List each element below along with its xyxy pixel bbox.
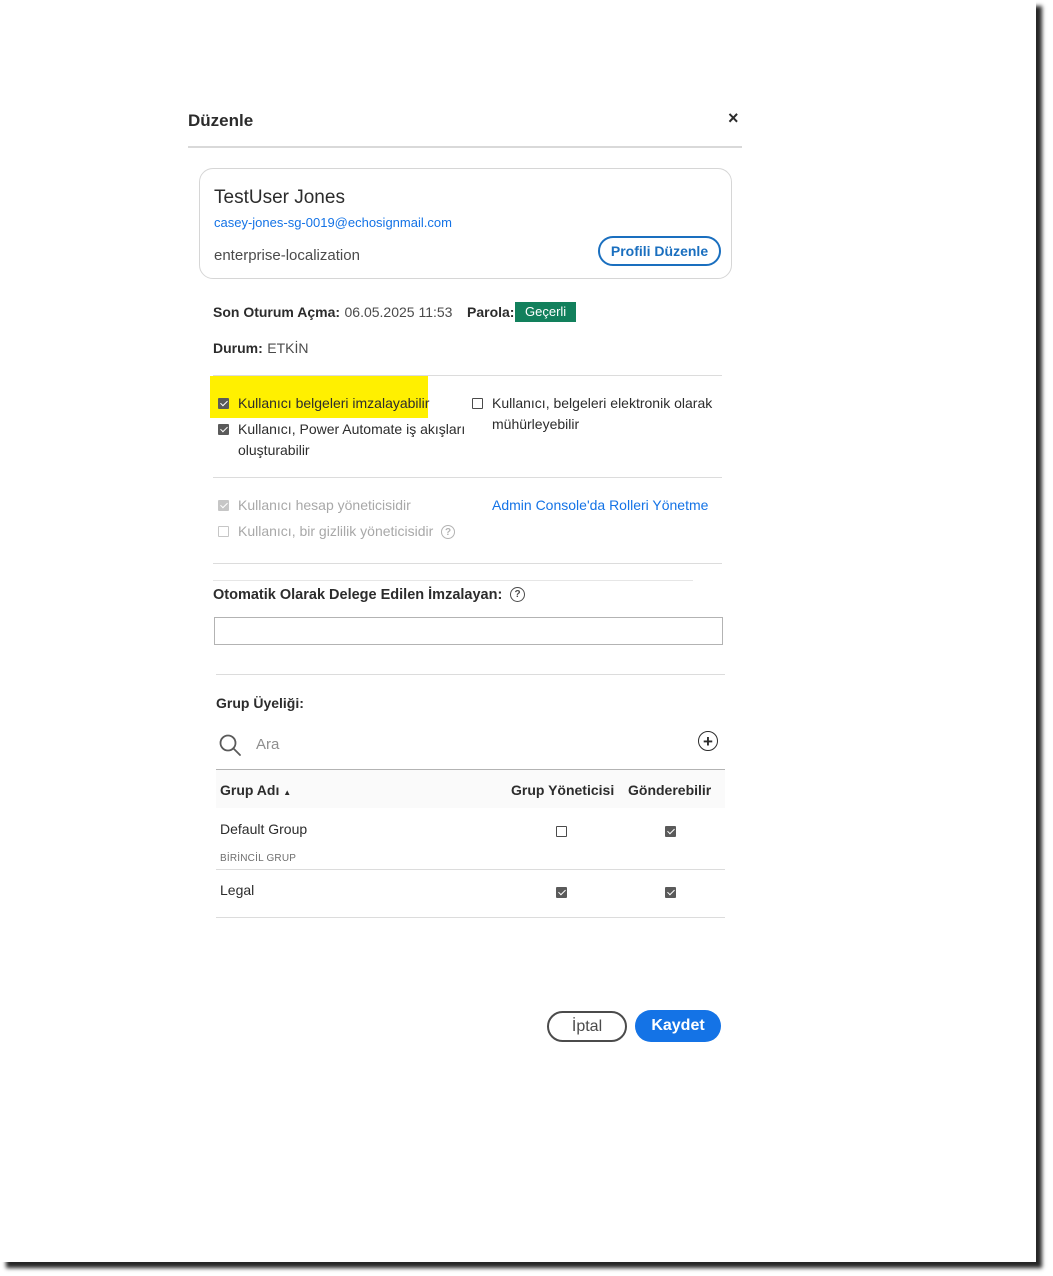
privacy-admin-label: Kullanıcı, bir gizlilik yöneticisidir	[238, 523, 434, 539]
close-icon[interactable]: ×	[728, 108, 739, 129]
table-row-name: Default Group	[220, 821, 308, 837]
user-name: TestUser Jones	[214, 187, 345, 208]
divider	[213, 477, 722, 478]
user-organization: enterprise-localization	[214, 247, 360, 264]
can-sign-checkbox[interactable]	[218, 398, 229, 409]
primary-group-label: BİRİNCİL GRUP	[220, 853, 297, 864]
column-group-admin: Grup Yöneticisi	[511, 782, 615, 798]
column-can-send: Gönderebilir	[628, 782, 712, 798]
cancel-button[interactable]: İptal	[547, 1011, 627, 1042]
password-label: Parola:	[467, 304, 515, 320]
delegate-input[interactable]	[214, 617, 723, 645]
status-value: ETKİN	[267, 340, 309, 356]
help-icon[interactable]: ?	[510, 587, 525, 602]
help-icon[interactable]: ?	[441, 525, 455, 539]
user-email: casey-jones-sg-0019@echosignmail.com	[214, 215, 452, 230]
header-divider	[188, 146, 742, 148]
can-seal-checkbox[interactable]	[472, 398, 483, 409]
save-button[interactable]: Kaydet	[635, 1010, 721, 1042]
power-automate-checkbox[interactable]	[218, 424, 229, 435]
dialog-title: Düzenle	[188, 111, 254, 130]
table-row-divider	[216, 917, 725, 918]
can-sign-label: Kullanıcı belgeleri imzalayabilir	[238, 395, 430, 411]
column-group-name[interactable]: Grup Adı ▲	[220, 782, 291, 798]
edit-profile-button[interactable]: Profili Düzenle	[598, 236, 721, 266]
status: Durum: ETKİN	[213, 340, 308, 358]
delegate-label: Otomatik Olarak Delege Edilen İmzalayan:	[213, 587, 503, 603]
group-admin-checkbox[interactable]	[556, 826, 567, 837]
can-send-checkbox[interactable]	[665, 887, 676, 898]
divider	[213, 563, 722, 564]
sort-ascending-icon: ▲	[283, 788, 292, 797]
table-row-divider	[216, 869, 725, 870]
status-label: Durum:	[213, 340, 263, 356]
power-automate-label: Kullanıcı, Power Automate iş akışları ol…	[238, 421, 466, 458]
manage-roles-link[interactable]: Admin Console'da Rolleri Yönetme	[492, 497, 708, 513]
user-card: TestUser Jones casey-jones-sg-0019@echos…	[199, 168, 732, 279]
group-membership-title: Grup Üyeliği:	[216, 695, 304, 711]
group-admin-checkbox[interactable]	[556, 887, 567, 898]
search-icon[interactable]	[218, 733, 242, 757]
add-group-icon[interactable]: +	[698, 731, 718, 751]
account-admin-label: Kullanıcı hesap yöneticisidir	[238, 497, 411, 513]
account-admin-checkbox[interactable]	[218, 500, 229, 511]
privacy-admin-checkbox[interactable]	[218, 526, 229, 537]
last-login: Son Oturum Açma: 06.05.2025 11:53	[213, 304, 452, 322]
can-seal-label: Kullanıcı, belgeleri elektronik olarak m…	[492, 395, 713, 432]
password-status-badge: Geçerli	[515, 302, 577, 322]
divider	[216, 674, 725, 675]
table-row-name: Legal	[220, 882, 255, 898]
divider	[213, 580, 693, 581]
last-login-value: 06.05.2025 11:53	[344, 304, 453, 320]
can-send-checkbox[interactable]	[665, 826, 676, 837]
group-search-input[interactable]: Ara	[256, 736, 279, 753]
last-login-label: Son Oturum Açma:	[213, 304, 341, 320]
